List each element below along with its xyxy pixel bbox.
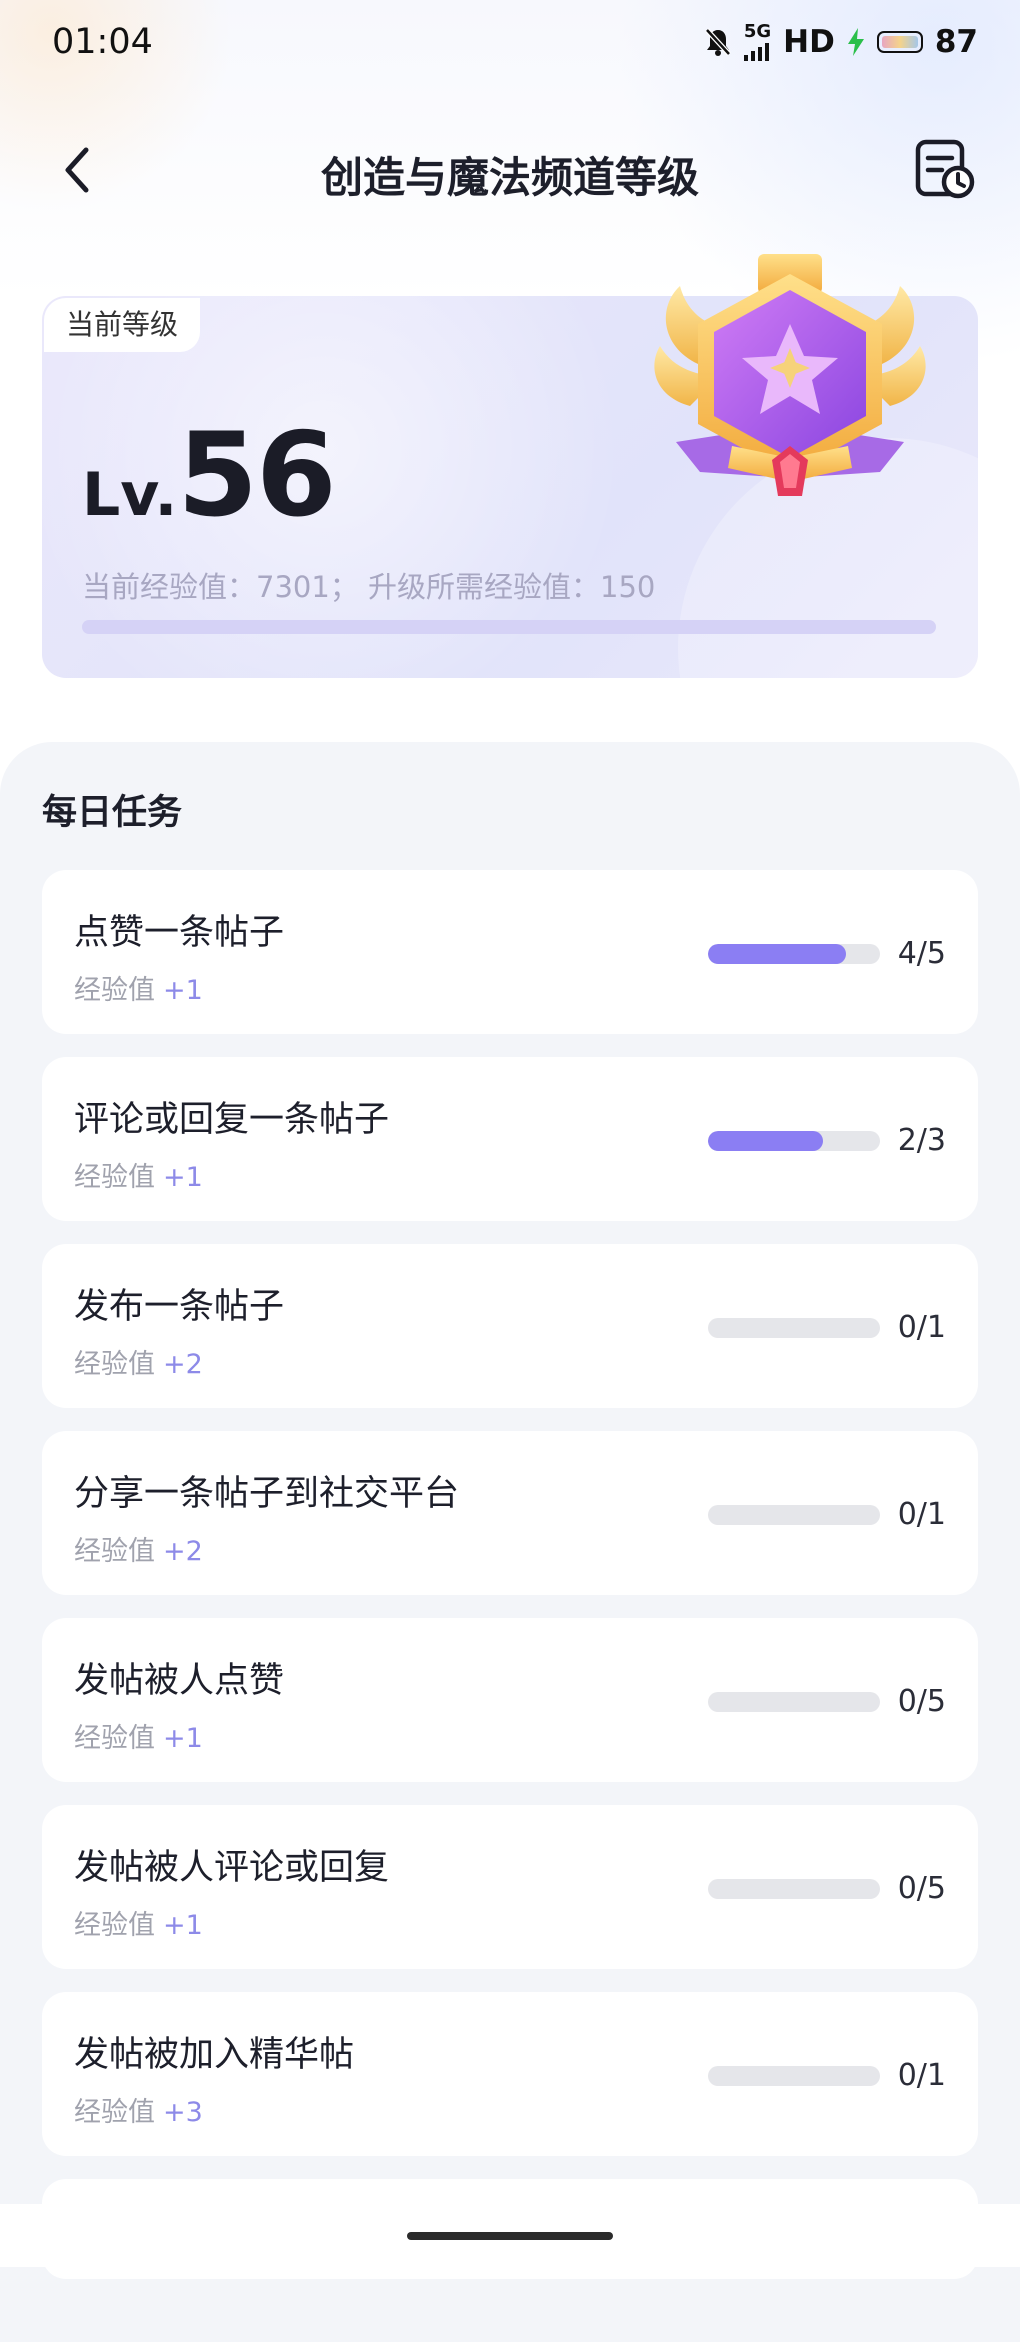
task-progress-count: 0/1 bbox=[897, 1497, 946, 1532]
task-name: 分享一条帖子到社交平台 bbox=[74, 1474, 460, 1514]
level-prefix: Lv. bbox=[82, 460, 178, 530]
task-reward: 经验值 +1 bbox=[74, 1716, 203, 1755]
task-name: 发帖被加入精华帖 bbox=[74, 2035, 355, 2075]
experience-progress-bar bbox=[82, 620, 936, 634]
task-card: 分享一条帖子到社交平台 经验值 +2 0/1 bbox=[42, 1431, 978, 1595]
task-name: 发帖被人点赞 bbox=[74, 1661, 285, 1701]
task-card: 发帖被加入精华帖 经验值 +3 0/1 bbox=[42, 1992, 978, 2156]
task-progress-fill bbox=[708, 1131, 823, 1151]
task-reward: 经验值 +1 bbox=[74, 1155, 203, 1194]
page-title: 创造与魔法频道等级 bbox=[320, 153, 699, 202]
reward-label: 经验值 bbox=[74, 1910, 155, 1941]
daily-tasks-title: 每日任务 bbox=[42, 793, 183, 833]
signal-5g-icon: 5G bbox=[743, 21, 772, 61]
task-reward: 经验值 +2 bbox=[74, 1529, 203, 1568]
task-card: 点赞一条帖子 经验值 +1 4/5 bbox=[42, 870, 978, 1034]
status-time: 01:04 bbox=[52, 22, 153, 62]
navigation-bar: 创造与魔法频道等级 bbox=[0, 122, 1020, 218]
task-card: 发帖被人评论或回复 经验值 +1 0/5 bbox=[42, 1805, 978, 1969]
reward-label: 经验值 bbox=[74, 1349, 155, 1380]
reward-value: +1 bbox=[163, 1162, 203, 1193]
star-shield-badge-icon bbox=[654, 254, 926, 496]
task-reward: 经验值 +1 bbox=[74, 1903, 203, 1942]
battery-icon bbox=[876, 31, 923, 53]
level-value: Lv.56 bbox=[82, 408, 337, 543]
experience-text: 当前经验值：7301； 升级所需经验值：150 bbox=[82, 570, 656, 604]
reward-label: 经验值 bbox=[74, 2097, 155, 2128]
reward-value: +2 bbox=[163, 1349, 203, 1380]
reward-label: 经验值 bbox=[74, 1536, 155, 1567]
bell-muted-icon bbox=[705, 28, 731, 56]
task-card: 评论或回复一条帖子 经验值 +1 2/3 bbox=[42, 1057, 978, 1221]
task-reward: 经验值 +2 bbox=[74, 1342, 203, 1381]
task-name: 发布一条帖子 bbox=[74, 1287, 285, 1327]
task-progress-bar bbox=[708, 1131, 880, 1151]
home-indicator[interactable] bbox=[407, 2232, 613, 2240]
task-progress-count: 4/5 bbox=[897, 936, 946, 971]
task-progress-fill bbox=[708, 944, 846, 964]
task-progress-bar bbox=[708, 2066, 880, 2086]
reward-value: +3 bbox=[163, 2097, 203, 2128]
current-level-tag: 当前等级 bbox=[44, 298, 201, 352]
task-progress-bar bbox=[708, 1318, 880, 1338]
reward-value: +2 bbox=[163, 1536, 203, 1567]
task-card: 发布一条帖子 经验值 +2 0/1 bbox=[42, 1244, 978, 1408]
status-bar: 01:04 5G HD 87 bbox=[0, 0, 1020, 88]
task-progress-count: 0/5 bbox=[897, 1871, 946, 1906]
task-progress-count: 0/1 bbox=[897, 1310, 946, 1345]
task-card: 发帖被人点赞 经验值 +1 0/5 bbox=[42, 1618, 978, 1782]
reward-value: +1 bbox=[163, 1910, 203, 1941]
charging-icon bbox=[847, 28, 864, 56]
task-progress-bar bbox=[708, 1879, 880, 1899]
reward-label: 经验值 bbox=[74, 1723, 155, 1754]
task-reward: 经验值 +3 bbox=[74, 2090, 203, 2129]
task-name: 点赞一条帖子 bbox=[74, 913, 285, 953]
network-label: 5G bbox=[743, 21, 772, 42]
task-progress-bar bbox=[708, 1505, 880, 1525]
task-progress-count: 0/5 bbox=[897, 1684, 946, 1719]
reward-label: 经验值 bbox=[74, 975, 155, 1006]
status-icons: 5G HD 87 bbox=[704, 20, 978, 64]
history-button[interactable] bbox=[912, 136, 978, 202]
record-clock-icon bbox=[915, 139, 975, 199]
reward-label: 经验值 bbox=[74, 1162, 155, 1193]
reward-value: +1 bbox=[163, 975, 203, 1006]
task-reward: 经验值 +1 bbox=[74, 968, 203, 1007]
reward-value: +1 bbox=[163, 1723, 203, 1754]
battery-level: 87 bbox=[934, 24, 978, 60]
daily-tasks-panel: 每日任务 点赞一条帖子 经验值 +1 4/5 评论或回复一条帖子 经验值 +1 2/… bbox=[0, 742, 1020, 2342]
task-progress-count: 0/1 bbox=[897, 2058, 946, 2093]
hd-label: HD bbox=[783, 24, 835, 60]
task-progress-count: 2/3 bbox=[897, 1123, 946, 1158]
task-name: 评论或回复一条帖子 bbox=[74, 1100, 390, 1140]
task-progress-bar bbox=[708, 1692, 880, 1712]
task-name: 发帖被人评论或回复 bbox=[74, 1848, 390, 1888]
level-number: 56 bbox=[177, 408, 336, 543]
task-progress-bar bbox=[708, 944, 880, 964]
